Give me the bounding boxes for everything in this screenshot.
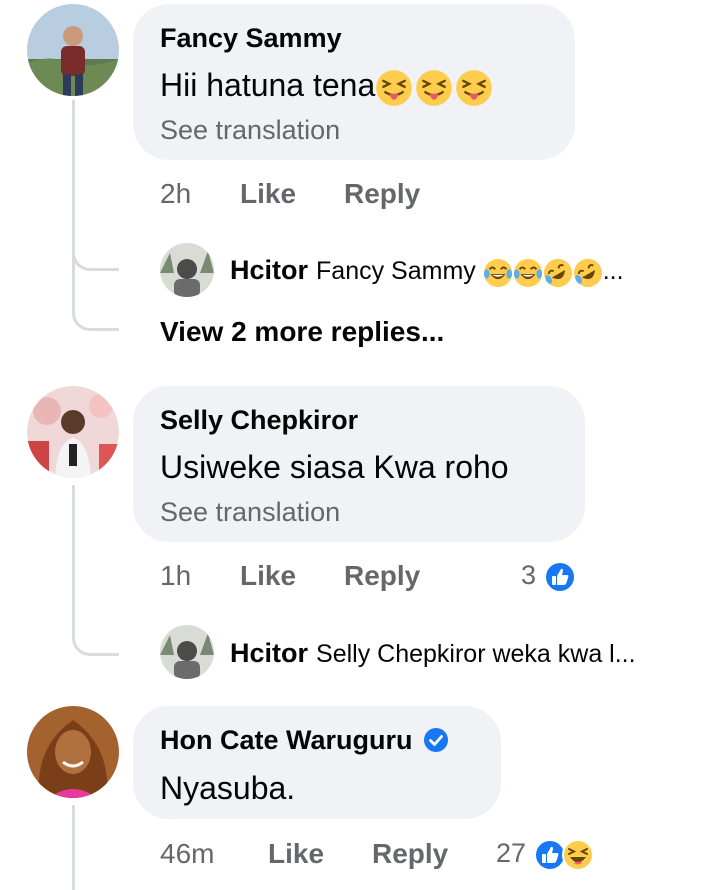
avatar[interactable] [27, 4, 119, 96]
comment-author: Hon Cate Waruguru [160, 725, 449, 759]
reaction-count-number: 27 [496, 838, 527, 868]
comment-meta: 2h [160, 178, 191, 210]
comment-author-name[interactable]: Hon Cate Waruguru [160, 725, 413, 755]
tears-of-joy-emoji-icon [483, 257, 513, 287]
rolling-laughing-emoji-icon [573, 257, 603, 287]
reply-avatar[interactable] [160, 625, 214, 679]
reply-text: Fancy Sammy [316, 257, 476, 285]
comment-text: Nyasuba. [160, 770, 296, 806]
thread-elbow [72, 270, 119, 331]
see-translation-link[interactable]: See translation [160, 115, 340, 146]
emoji-group [483, 257, 603, 287]
comment-author[interactable]: Fancy Sammy [160, 23, 342, 54]
haha-emoji-icon [561, 838, 594, 872]
see-translation-link[interactable]: See translation [160, 497, 340, 528]
squinting-tongue-emoji-icon [455, 68, 493, 108]
reply-avatar[interactable] [160, 243, 214, 297]
reaction-count-number: 3 [521, 560, 537, 590]
comment-text: Hii hatuna tena [160, 67, 493, 107]
comment-time[interactable]: 2h [160, 178, 191, 209]
rolling-laughing-emoji-icon [543, 257, 573, 287]
reply-author[interactable]: Hcitor [230, 638, 308, 668]
reply-button[interactable]: Reply [372, 838, 448, 870]
like-button[interactable]: Like [240, 178, 296, 210]
reaction-icons [543, 560, 576, 594]
emoji-group [375, 67, 493, 107]
comment-meta: 1h [160, 560, 191, 592]
thread-elbow [72, 485, 119, 656]
comment-author[interactable]: Selly Chepkiror [160, 405, 358, 436]
reply-button[interactable]: Reply [344, 560, 420, 592]
tears-of-joy-emoji-icon [513, 257, 543, 287]
avatar[interactable] [27, 386, 119, 478]
like-button[interactable]: Like [268, 838, 324, 870]
comment-meta: 46m [160, 838, 214, 870]
comment-time[interactable]: 46m [160, 838, 214, 869]
reply-preview[interactable]: Hcitor Selly Chepkiror weka kwa l... [230, 638, 636, 669]
view-more-replies-link[interactable]: View 2 more replies... [160, 316, 444, 348]
reply-preview[interactable]: Hcitor Fancy Sammy ... [230, 255, 624, 288]
comment-time[interactable]: 1h [160, 560, 191, 591]
thread-line [72, 805, 75, 890]
reaction-icons [533, 838, 594, 872]
thread-elbow [72, 230, 119, 271]
reply-button[interactable]: Reply [344, 178, 420, 210]
squinting-tongue-emoji-icon [375, 68, 413, 108]
avatar[interactable] [27, 706, 119, 798]
verified-badge-icon [424, 728, 449, 759]
reply-text: Selly Chepkiror weka kwa l... [316, 640, 636, 668]
like-emoji-icon [543, 560, 576, 594]
reply-author[interactable]: Hcitor [230, 255, 308, 285]
reply-ellipsis: ... [602, 257, 624, 285]
reaction-count[interactable]: 3 [521, 560, 576, 594]
squinting-tongue-emoji-icon [415, 68, 453, 108]
like-button[interactable]: Like [240, 560, 296, 592]
reaction-count[interactable]: 27 [496, 838, 594, 872]
comment-text: Usiweke siasa Kwa roho [160, 449, 509, 485]
